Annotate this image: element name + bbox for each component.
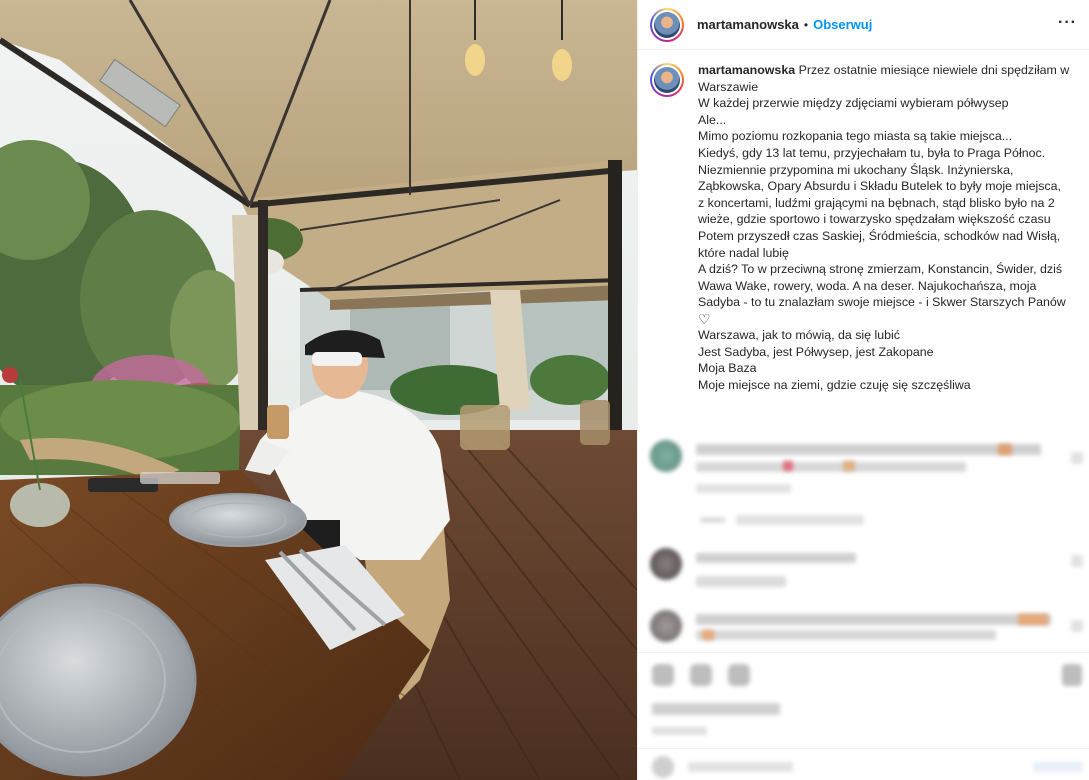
caption-line: Ale... (698, 112, 727, 127)
post-header: martamanowska • Obserwuj ··· (638, 0, 1089, 50)
caption-line: Mimo poziomu rozkopania tego miasta są t… (698, 129, 1013, 144)
comment-blur (736, 515, 864, 525)
caption: martamanowska Przez ostatnie miesiące ni… (650, 62, 1080, 393)
comment-blur (696, 484, 791, 493)
caption-line: Moja Baza (698, 361, 757, 376)
comment-blur (702, 630, 714, 640)
header-username[interactable]: martamanowska (697, 17, 799, 32)
comment-blur (783, 461, 793, 471)
comment-blur (696, 614, 1051, 625)
emoji-icon[interactable] (652, 756, 674, 778)
comment-blur (1071, 452, 1083, 464)
comment-input[interactable] (688, 762, 793, 772)
post-sidebar: martamanowska • Obserwuj ··· martamanows… (637, 0, 1089, 780)
comment-avatar (650, 440, 682, 472)
caption-line: Warszawa, jak to mówią, da się lubić (698, 327, 900, 342)
comment-blur (696, 576, 786, 587)
comment-blur (843, 461, 855, 471)
publish-button[interactable] (1033, 762, 1083, 772)
more-icon[interactable]: ··· (1058, 14, 1077, 32)
save-icon[interactable] (1062, 664, 1082, 686)
caption-line: Przez ostatnie miesiące niewiele dni spę… (798, 63, 1070, 77)
comment-blur (696, 553, 856, 563)
comment-avatar (650, 548, 682, 580)
caption-line: z koncertami, ludźmi grającymi na bębnac… (698, 195, 1055, 210)
caption-line: Kiedyś, gdy 13 lat temu, przyjechałam tu… (698, 145, 1046, 160)
comment-avatar (650, 610, 682, 642)
caption-line: wieże, gdzie sportowo i towarzysko spędz… (698, 212, 1051, 227)
caption-line: Wawa Wake, rowery, woda. A na deser. Naj… (698, 278, 1037, 293)
comment-blur (696, 462, 966, 472)
share-icon[interactable] (728, 664, 750, 686)
likes-count (652, 703, 780, 715)
comment-blur (696, 444, 1041, 455)
separator-dot: • (803, 17, 809, 32)
follow-button[interactable]: Obserwuj (813, 17, 872, 32)
caption-username[interactable]: martamanowska (698, 63, 795, 77)
like-icon[interactable] (652, 664, 674, 686)
caption-line: A dziś? To w przeciwną stronę zmierzam, … (698, 262, 1063, 277)
comment-blur (700, 517, 725, 523)
heart-icon: ♡ (698, 310, 711, 327)
caption-line: W każdej przerwie między zdjęciami wybie… (698, 96, 1009, 111)
caption-avatar[interactable] (650, 63, 684, 97)
caption-line: Potem przyszedł czas Saskiej, Śródmieści… (698, 228, 1061, 243)
post-photo[interactable] (0, 0, 637, 780)
caption-text: martamanowska Przez ostatnie miesiące ni… (698, 62, 1076, 393)
caption-line: Ząbkowska, Opary Absurdu i Składu Butele… (698, 179, 1061, 194)
comment-blur (1071, 555, 1083, 567)
photo-illustration (0, 0, 637, 780)
comment-icon[interactable] (690, 664, 712, 686)
caption-line: które nadal lubię (698, 245, 789, 260)
comment-blur (696, 630, 996, 640)
caption-line: Jest Sadyba, jest Półwysep, jest Zakopan… (698, 344, 934, 359)
comment-blur (1071, 620, 1083, 632)
caption-line: Sadyba - to tu znalazłam swoje miejsce -… (698, 295, 1066, 310)
post-date (652, 727, 707, 735)
avatar[interactable] (650, 7, 684, 42)
comment-blur (998, 444, 1012, 455)
caption-line: Niezmiennie przypomina mi ukochany Śląsk… (698, 162, 1014, 177)
comment-blur (1018, 614, 1048, 625)
caption-line: Warszawie (698, 79, 759, 94)
caption-line: Moje miejsce na ziemi, gdzie czuję się s… (698, 377, 971, 392)
